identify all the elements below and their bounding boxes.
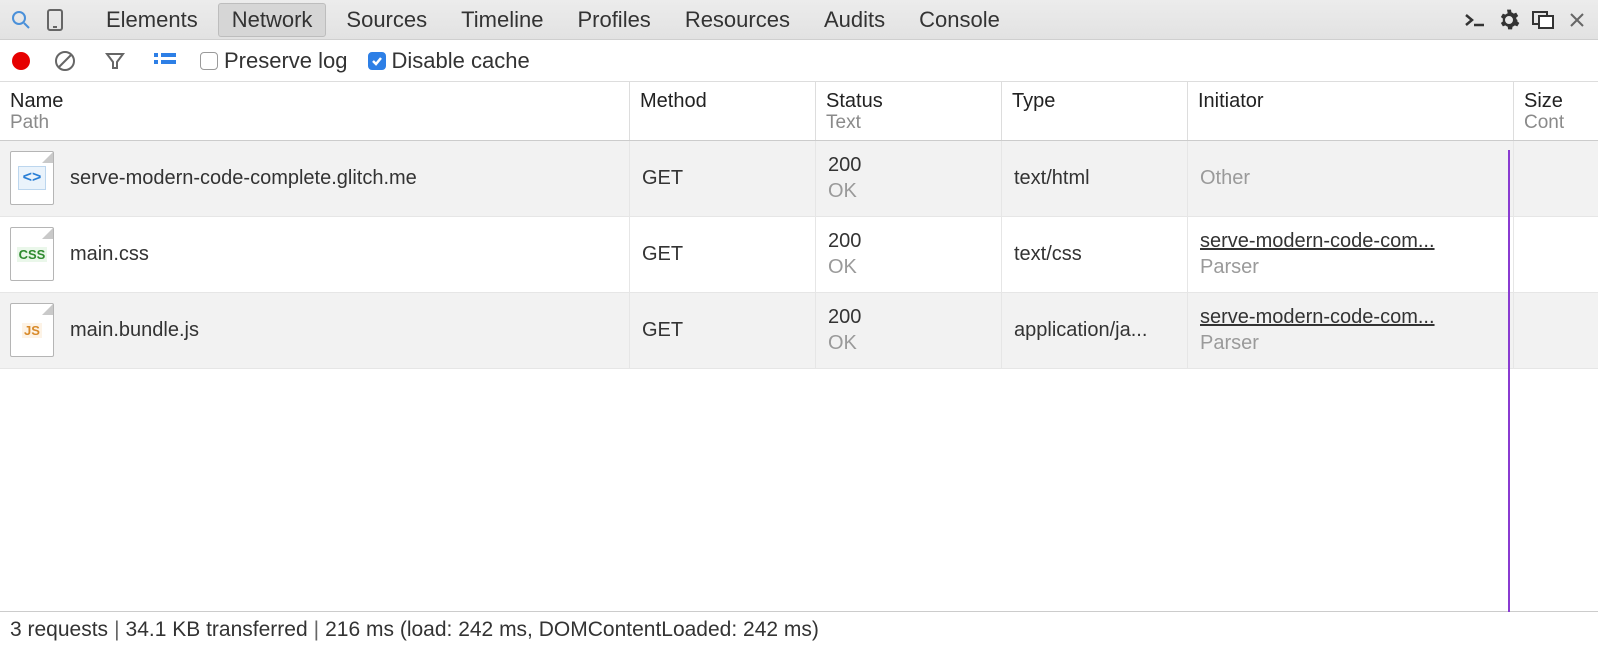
preserve-log-label: Preserve log	[224, 48, 348, 74]
cell-status: 200OK	[816, 217, 1002, 292]
settings-icon[interactable]	[1494, 5, 1524, 35]
file-html-icon: <>	[10, 151, 54, 205]
close-icon[interactable]	[1562, 5, 1592, 35]
tab-elements[interactable]: Elements	[92, 3, 212, 37]
preserve-log-checkbox[interactable]: Preserve log	[200, 48, 348, 74]
request-name: serve-modern-code-complete.glitch.me	[70, 167, 417, 190]
initiator-sub: Parser	[1200, 330, 1435, 356]
dock-icon[interactable]	[1528, 5, 1558, 35]
cell-initiator: serve-modern-code-com... Parser	[1188, 217, 1514, 292]
initiator-other: Other	[1200, 167, 1250, 190]
cell-method: GET	[630, 217, 816, 292]
status-details: (load: 242 ms, DOMContentLoaded: 242 ms)	[400, 618, 819, 642]
cell-initiator: serve-modern-code-com... Parser	[1188, 293, 1514, 368]
cell-type: text/css	[1002, 217, 1188, 292]
col-method[interactable]: Method	[630, 82, 816, 140]
cell-name: <> serve-modern-code-complete.glitch.me	[0, 141, 630, 216]
cell-type: text/html	[1002, 141, 1188, 216]
network-table: Name Path Method Status Text Type Initia…	[0, 82, 1598, 612]
file-css-icon: CSS	[10, 227, 54, 281]
cell-name: CSS main.css	[0, 217, 630, 292]
cell-method: GET	[630, 141, 816, 216]
timeline-marker	[1508, 150, 1510, 612]
cell-size	[1514, 141, 1598, 216]
search-icon[interactable]	[6, 5, 36, 35]
disable-cache-checkbox[interactable]: Disable cache	[368, 48, 530, 74]
initiator-link[interactable]: serve-modern-code-com...	[1200, 228, 1435, 254]
devtools-tabbar: Elements Network Sources Timeline Profil…	[0, 0, 1598, 40]
panel-tabs: Elements Network Sources Timeline Profil…	[92, 3, 1014, 37]
cell-status: 200OK	[816, 141, 1002, 216]
col-initiator[interactable]: Initiator	[1188, 82, 1514, 140]
tab-profiles[interactable]: Profiles	[563, 3, 664, 37]
filter-icon[interactable]	[100, 46, 130, 76]
table-body: <> serve-modern-code-complete.glitch.me …	[0, 141, 1598, 611]
col-name[interactable]: Name Path	[0, 82, 630, 140]
checkbox-checked-icon	[368, 52, 386, 70]
cell-name: JS main.bundle.js	[0, 293, 630, 368]
tab-network[interactable]: Network	[218, 3, 327, 37]
col-size[interactable]: Size Cont	[1514, 82, 1598, 140]
status-time: 216 ms	[325, 618, 394, 642]
table-row[interactable]: <> serve-modern-code-complete.glitch.me …	[0, 141, 1598, 217]
cell-type: application/ja...	[1002, 293, 1188, 368]
status-requests: 3 requests	[10, 618, 108, 642]
cell-status: 200OK	[816, 293, 1002, 368]
checkbox-icon	[200, 52, 218, 70]
table-header: Name Path Method Status Text Type Initia…	[0, 82, 1598, 141]
col-status[interactable]: Status Text	[816, 82, 1002, 140]
col-type[interactable]: Type	[1002, 82, 1188, 140]
initiator-sub: Parser	[1200, 254, 1435, 280]
clear-icon[interactable]	[50, 46, 80, 76]
request-name: main.bundle.js	[70, 319, 199, 342]
tab-console[interactable]: Console	[905, 3, 1014, 37]
record-button[interactable]	[12, 52, 30, 70]
tab-audits[interactable]: Audits	[810, 3, 899, 37]
disable-cache-label: Disable cache	[392, 48, 530, 74]
initiator-link[interactable]: serve-modern-code-com...	[1200, 304, 1435, 330]
view-options-icon[interactable]	[150, 46, 180, 76]
request-name: main.css	[70, 243, 149, 266]
cell-method: GET	[630, 293, 816, 368]
table-row[interactable]: JS main.bundle.js GET 200OK application/…	[0, 293, 1598, 369]
drawer-toggle-icon[interactable]	[1460, 5, 1490, 35]
tab-timeline[interactable]: Timeline	[447, 3, 557, 37]
cell-initiator: Other	[1188, 141, 1514, 216]
cell-size	[1514, 217, 1598, 292]
tab-resources[interactable]: Resources	[671, 3, 804, 37]
file-js-icon: JS	[10, 303, 54, 357]
status-bar: 3 requests | 34.1 KB transferred | 216 m…	[0, 612, 1598, 648]
device-toggle-icon[interactable]	[40, 5, 70, 35]
status-transferred: 34.1 KB transferred	[126, 618, 308, 642]
table-row[interactable]: CSS main.css GET 200OK text/css serve-mo…	[0, 217, 1598, 293]
cell-size	[1514, 293, 1598, 368]
tab-sources[interactable]: Sources	[332, 3, 441, 37]
network-toolbar: Preserve log Disable cache	[0, 40, 1598, 82]
